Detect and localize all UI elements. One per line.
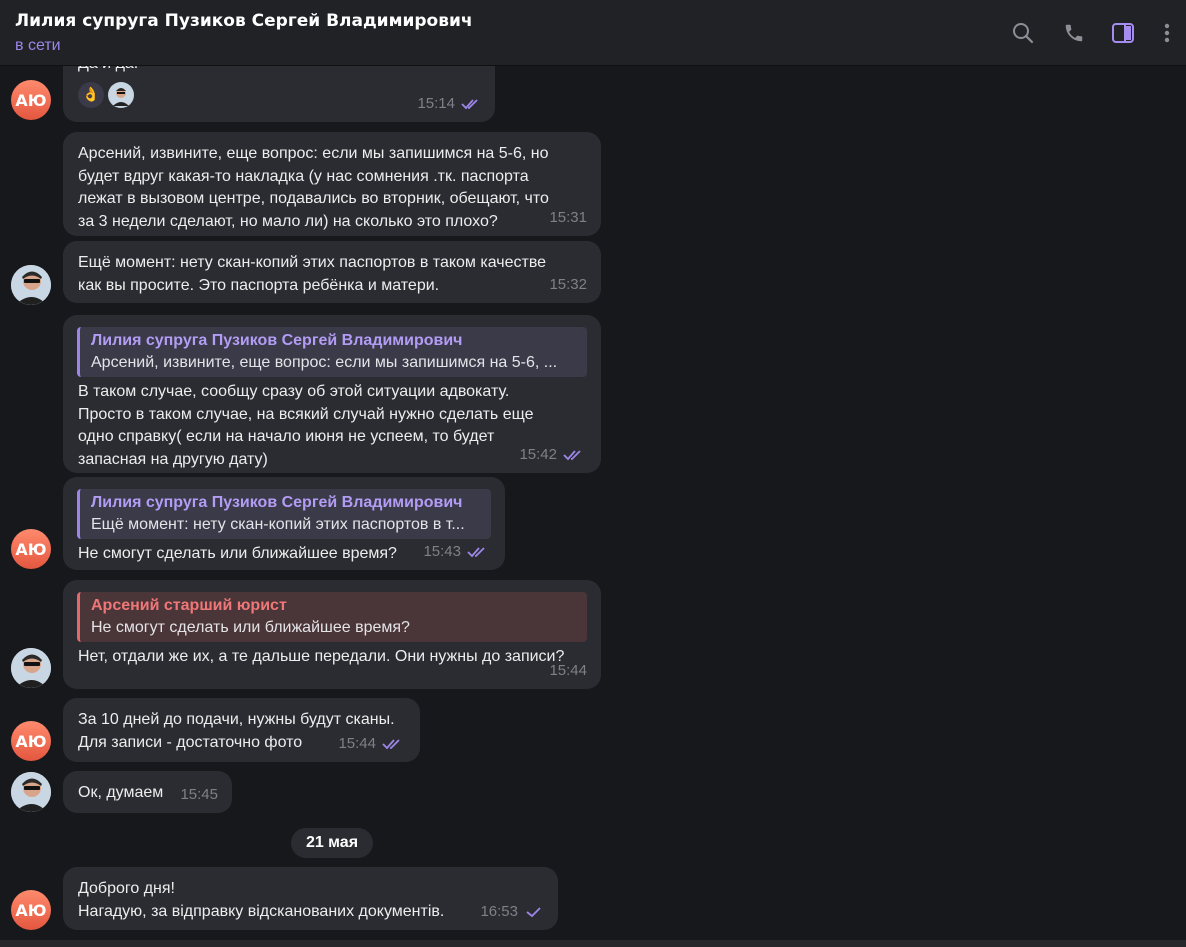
double-check-icon [461, 99, 478, 110]
avatar[interactable] [11, 648, 51, 688]
reply-author: Лилия супруга Пузиков Сергей Владимирови… [91, 494, 463, 511]
message-time: 15:31 [549, 208, 587, 226]
message-text: Да и да. [78, 66, 481, 76]
message-text: Арсений, извините, еще вопрос: если мы з… [78, 145, 549, 230]
reply-author: Арсений старший юрист [91, 597, 287, 614]
message-list[interactable]: Да и да. 👌 15:14 АЮ Арсений, извините, е… [0, 66, 1186, 940]
user-avatar-icon [11, 265, 51, 305]
message-meta: 15:43 [423, 541, 491, 564]
chat-title[interactable]: Лилия супруга Пузиков Сергей Владимирови… [15, 11, 473, 31]
online-status: в сети [15, 37, 61, 54]
message-meta: 15:32 [549, 274, 587, 297]
message-time: 15:14 [417, 94, 455, 112]
double-check-icon [382, 739, 400, 750]
user-avatar-icon [11, 648, 51, 688]
message-time: 15:44 [338, 734, 376, 752]
input-bar-edge [0, 940, 1186, 947]
message-bubble[interactable]: Ок, думаем 15:45 [63, 771, 232, 813]
reply-text: Не смогут сделать или ближайшее время? [91, 619, 410, 636]
reaction-ok-hand[interactable]: 👌 [78, 81, 104, 108]
avatar[interactable]: АЮ [11, 80, 51, 120]
reply-quote[interactable]: Лилия супруга Пузиков Сергей Владимирови… [77, 489, 491, 539]
search-icon[interactable] [1010, 20, 1036, 46]
user-avatar-icon [110, 83, 132, 106]
message-bubble[interactable]: Ещё момент: нету скан-копий этих паспорт… [63, 241, 601, 303]
message-bubble[interactable]: Лилия супруга Пузиков Сергей Владимирови… [63, 477, 505, 570]
avatar-initials: АЮ [15, 900, 47, 920]
message-meta: 15:14 [417, 93, 481, 116]
message-time: 15:43 [423, 542, 461, 560]
avatar-initials: АЮ [15, 90, 47, 110]
chat-header: Лилия супруга Пузиков Сергей Владимирови… [0, 0, 1186, 66]
avatar[interactable]: АЮ [11, 721, 51, 761]
message-meta: 15:45 [180, 784, 218, 807]
reply-text: Ещё момент: нету скан-копий этих паспорт… [91, 516, 465, 533]
user-avatar-icon [11, 772, 51, 812]
reaction-emoji: 👌 [82, 86, 100, 103]
avatar[interactable] [11, 772, 51, 812]
avatar[interactable]: АЮ [11, 529, 51, 569]
double-check-icon [467, 547, 485, 558]
avatar[interactable] [11, 265, 51, 305]
reply-quote[interactable]: Арсений старший юрист Не смогут сделать … [77, 592, 587, 642]
avatar-initials: АЮ [15, 731, 47, 751]
reply-author: Лилия супруга Пузиков Сергей Владимирови… [91, 332, 463, 349]
double-check-icon [563, 450, 581, 461]
single-check-icon [526, 907, 541, 917]
message-bubble[interactable]: Да и да. 👌 15:14 [63, 66, 495, 122]
message-text: Доброго дня! Нагадую, за відправку відск… [78, 880, 445, 920]
message-time: 15:32 [549, 275, 587, 293]
message-meta: 16:53 [480, 901, 544, 924]
message-text: Ещё момент: нету скан-копий этих паспорт… [78, 254, 547, 294]
more-vertical-icon[interactable] [1154, 20, 1180, 46]
message-bubble[interactable]: Арсений, извините, еще вопрос: если мы з… [63, 132, 601, 236]
message-bubble[interactable]: Доброго дня! Нагадую, за відправку відск… [63, 867, 558, 930]
date-separator: 21 мая [291, 828, 373, 858]
message-meta: 15:44 [549, 660, 587, 683]
avatar-initials: АЮ [15, 539, 47, 559]
sidebar-toggle-icon[interactable] [1110, 20, 1136, 46]
message-meta: 15:42 [519, 444, 587, 467]
message-text: В таком случае, сообщу сразу об этой сит… [78, 383, 534, 468]
message-text: Нет, отдали же их, а те дальше передали.… [78, 648, 565, 665]
reaction-avatar[interactable] [108, 81, 134, 108]
message-bubble[interactable]: Арсений старший юрист Не смогут сделать … [63, 580, 601, 689]
reply-quote[interactable]: Лилия супруга Пузиков Сергей Владимирови… [77, 327, 587, 377]
avatar[interactable]: АЮ [11, 890, 51, 930]
message-meta: 15:31 [549, 207, 587, 230]
phone-icon[interactable] [1061, 20, 1087, 46]
message-time: 16:53 [480, 902, 518, 920]
reply-text: Арсений, извините, еще вопрос: если мы з… [91, 354, 558, 371]
message-bubble[interactable]: За 10 дней до подачи, нужны будут сканы.… [63, 698, 420, 762]
message-time: 15:45 [180, 785, 218, 803]
message-time: 15:44 [549, 661, 587, 679]
message-bubble[interactable]: Лилия супруга Пузиков Сергей Владимирови… [63, 315, 601, 473]
message-meta: 15:44 [338, 733, 406, 756]
message-time: 15:42 [519, 445, 557, 463]
